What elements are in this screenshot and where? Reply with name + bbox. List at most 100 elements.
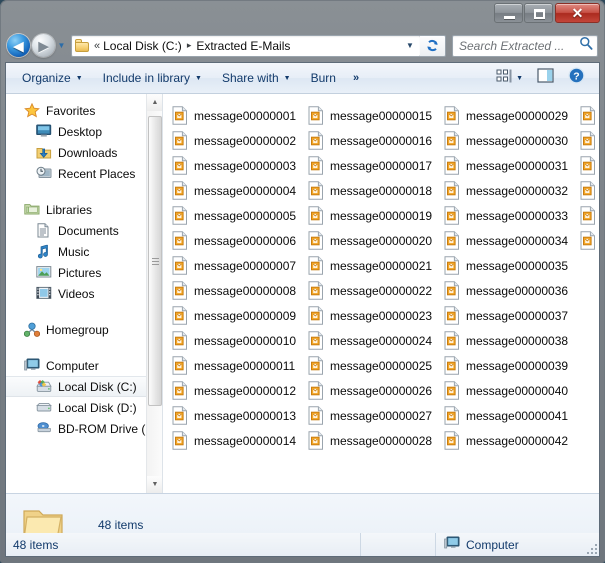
file-item[interactable]: message00000034 — [439, 228, 575, 253]
file-item[interactable]: message00000030 — [439, 128, 575, 153]
file-item[interactable]: message00000022 — [303, 278, 439, 303]
sidebar-item-recent-places[interactable]: Recent Places — [6, 163, 146, 184]
file-item[interactable]: message00000010 — [167, 328, 303, 353]
file-item[interactable]: message00000001 — [167, 103, 303, 128]
file-name-label: message00000019 — [330, 209, 432, 223]
file-item[interactable]: message00000018 — [303, 178, 439, 203]
scrollbar-thumb[interactable] — [148, 116, 162, 406]
close-button[interactable]: ✕ — [555, 3, 600, 23]
change-view-button[interactable]: ▼ — [490, 65, 529, 92]
toolbar-include-in-library-button[interactable]: Include in library ▼ — [93, 66, 212, 90]
email-message-file-icon — [444, 106, 460, 125]
file-item[interactable]: message00000037 — [439, 303, 575, 328]
scroll-up-button[interactable]: ▲ — [147, 94, 163, 111]
email-message-file-icon — [444, 306, 460, 325]
chevron-down-icon: ▼ — [284, 75, 291, 82]
file-item[interactable]: message00000008 — [167, 278, 303, 303]
address-bar[interactable]: « Local Disk (C:) ▸ Extracted E-Mails ▼ — [71, 35, 421, 57]
file-item[interactable]: message00000025 — [303, 353, 439, 378]
file-item[interactable]: message00000047 — [575, 203, 599, 228]
forward-button[interactable]: ▶ — [32, 34, 55, 57]
file-item[interactable]: message00000005 — [167, 203, 303, 228]
breadcrumb-item-0[interactable]: Local Disk (C:) — [103, 39, 182, 53]
maximize-button[interactable] — [524, 3, 553, 23]
file-item[interactable]: message00000016 — [303, 128, 439, 153]
file-item[interactable]: message00000031 — [439, 153, 575, 178]
search-box[interactable]: Search Extracted ... — [452, 35, 598, 57]
breadcrumb-overflow-icon[interactable]: « — [94, 40, 100, 52]
file-item[interactable]: message00000041 — [439, 403, 575, 428]
file-item[interactable]: message00000029 — [439, 103, 575, 128]
file-item[interactable]: message00000011 — [167, 353, 303, 378]
file-item[interactable]: message00000042 — [439, 428, 575, 453]
resize-grip-icon[interactable] — [585, 542, 597, 554]
file-item[interactable]: message00000023 — [303, 303, 439, 328]
file-item[interactable]: message00000039 — [439, 353, 575, 378]
sidebar-item-desktop[interactable]: Desktop — [6, 121, 146, 142]
breadcrumb-separator-icon[interactable]: ▸ — [187, 40, 192, 51]
sidebar-item-libraries[interactable]: Libraries — [6, 199, 146, 220]
sidebar-item-bd-rom-drive[interactable]: BD-ROM Drive (F — [6, 418, 146, 439]
sidebar-item-local-disk-d[interactable]: Local Disk (D:) — [6, 397, 146, 418]
title-bar[interactable]: ✕ — [0, 0, 605, 28]
file-item[interactable]: message00000012 — [167, 378, 303, 403]
file-item[interactable]: message00000028 — [303, 428, 439, 453]
address-dropdown-button[interactable]: ▼ — [402, 36, 418, 56]
scroll-down-button[interactable]: ▼ — [147, 476, 163, 493]
file-item[interactable]: message00000021 — [303, 253, 439, 278]
file-item[interactable]: message00000024 — [303, 328, 439, 353]
recent-pages-button[interactable]: ▼ — [55, 34, 68, 57]
file-item[interactable]: message00000033 — [439, 203, 575, 228]
breadcrumb-item-1[interactable]: Extracted E-Mails — [196, 39, 290, 53]
sidebar-item-local-disk-c[interactable]: Local Disk (C:) — [6, 376, 146, 397]
file-item[interactable]: message00000036 — [439, 278, 575, 303]
file-item[interactable]: message00000019 — [303, 203, 439, 228]
toolbar-burn-button[interactable]: Burn — [301, 66, 346, 90]
navigation-scrollbar[interactable]: ▲ ▼ — [146, 94, 162, 493]
file-list-pane[interactable]: message00000001message00000002message000… — [162, 94, 599, 493]
file-item[interactable]: message00000027 — [303, 403, 439, 428]
toolbar-share-with-button[interactable]: Share with ▼ — [212, 66, 301, 90]
sidebar-item-computer[interactable]: Computer — [6, 355, 146, 376]
back-button[interactable]: ◀ — [7, 34, 30, 57]
file-item[interactable]: message00000046 — [575, 178, 599, 203]
file-item[interactable]: message00000006 — [167, 228, 303, 253]
minimize-button[interactable] — [494, 3, 523, 23]
sidebar-item-favorites[interactable]: Favorites — [6, 100, 146, 121]
local-disk-c-icon — [36, 379, 53, 395]
file-item[interactable]: message00000004 — [167, 178, 303, 203]
sidebar-item-documents[interactable]: Documents — [6, 220, 146, 241]
file-item[interactable]: message00000009 — [167, 303, 303, 328]
file-item[interactable]: message00000002 — [167, 128, 303, 153]
sidebar-item-homegroup[interactable]: Homegroup — [6, 319, 146, 340]
downloads-icon — [36, 145, 53, 161]
file-item[interactable]: message00000017 — [303, 153, 439, 178]
sidebar-item-music[interactable]: Music — [6, 241, 146, 262]
file-item[interactable]: message00000026 — [303, 378, 439, 403]
refresh-button[interactable] — [420, 35, 446, 57]
sidebar-item-downloads[interactable]: Downloads — [6, 142, 146, 163]
help-button[interactable]: ? — [562, 63, 591, 93]
file-item[interactable]: message00000003 — [167, 153, 303, 178]
file-item[interactable]: message00000007 — [167, 253, 303, 278]
file-item[interactable]: message00000038 — [439, 328, 575, 353]
sidebar-item-pictures[interactable]: Pictures — [6, 262, 146, 283]
toolbar-organize-button[interactable]: Organize ▼ — [12, 66, 93, 90]
toolbar-organize-label: Organize — [22, 71, 71, 85]
file-item[interactable]: message00000043 — [575, 103, 599, 128]
file-item[interactable]: message00000040 — [439, 378, 575, 403]
file-item[interactable]: message00000045 — [575, 153, 599, 178]
file-item[interactable]: message00000044 — [575, 128, 599, 153]
show-preview-pane-button[interactable] — [531, 64, 560, 92]
sidebar-item-videos[interactable]: Videos — [6, 283, 146, 304]
file-item[interactable]: message00000020 — [303, 228, 439, 253]
file-item[interactable]: message00000014 — [167, 428, 303, 453]
file-item[interactable]: message00000032 — [439, 178, 575, 203]
file-item[interactable]: message00000015 — [303, 103, 439, 128]
search-input[interactable]: Search Extracted ... — [459, 39, 579, 53]
file-item[interactable]: message00000035 — [439, 253, 575, 278]
file-item[interactable]: message00000048 — [575, 228, 599, 253]
file-item[interactable]: message00000013 — [167, 403, 303, 428]
libraries-icon — [24, 202, 41, 218]
toolbar-overflow-button[interactable]: » — [346, 68, 366, 88]
